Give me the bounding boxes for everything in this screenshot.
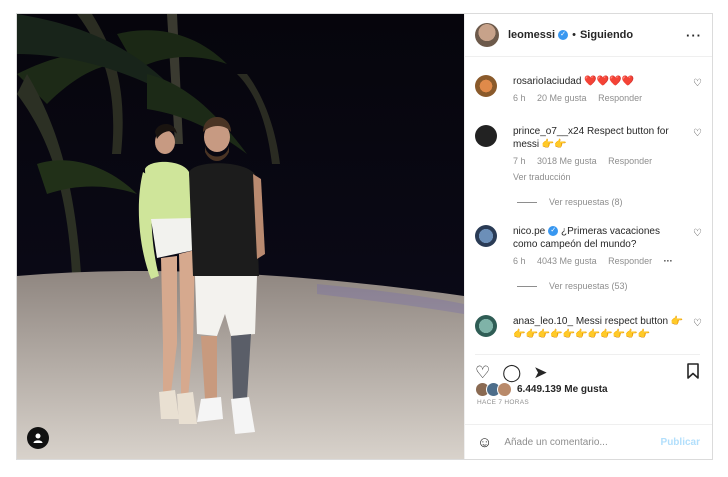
post-side-panel: leomessi ✓ • Siguiendo ··· rosarioIaciud… [464, 14, 712, 459]
comment-likes[interactable]: 4043 Me gusta [537, 256, 597, 266]
commenter-avatar[interactable] [475, 315, 497, 337]
comment-likes[interactable]: 20 Me gusta [537, 93, 587, 103]
comment-input[interactable]: Añade un comentario... [504, 437, 607, 448]
publish-button[interactable]: Publicar [661, 437, 700, 448]
liker-avatar [497, 382, 512, 397]
verified-badge-icon: ✓ [558, 30, 569, 40]
verified-badge-icon: ✓ [548, 226, 559, 237]
emoji-icon[interactable]: ☺ [477, 434, 492, 451]
post-header: leomessi ✓ • Siguiendo ··· [465, 14, 712, 57]
comments-list[interactable]: rosarioIaciudad ❤️❤️❤️❤️ 6 h 20 Me gusta… [465, 69, 712, 349]
likes-count: 6.449.139 Me gusta [517, 384, 608, 395]
like-comment-heart-icon[interactable]: ♡ [693, 318, 702, 329]
like-comment-heart-icon[interactable]: ♡ [693, 128, 702, 139]
commenter-avatar[interactable] [475, 125, 497, 147]
view-replies-button[interactable]: Ver respuestas (8) [517, 196, 684, 209]
comment-bubble-icon[interactable]: ◯ [502, 363, 521, 383]
author-avatar[interactable] [475, 23, 499, 47]
comment-item: nico.pe ✓ ¿Primeras vacaciones como campe… [475, 225, 702, 293]
tagged-users-button[interactable] [27, 427, 49, 449]
post-photo[interactable] [17, 14, 464, 459]
author-username[interactable]: leomessi [508, 29, 555, 41]
comment-item: prince_o7__x24 Respect button for messi … [475, 125, 702, 209]
like-comment-heart-icon[interactable]: ♡ [693, 228, 702, 239]
person-icon [33, 433, 43, 443]
likes-summary[interactable]: 6.449.139 Me gusta [475, 382, 608, 397]
comment-text: ❤️❤️❤️❤️ [584, 76, 634, 87]
comment-username[interactable]: rosarioIaciudad [513, 76, 581, 87]
separator-dot: • [572, 29, 576, 41]
more-options-icon[interactable]: ··· [686, 28, 702, 43]
comment-likes[interactable]: 3018 Me gusta [537, 156, 597, 166]
comment-item: rosarioIaciudad ❤️❤️❤️❤️ 6 h 20 Me gusta… [475, 75, 702, 105]
commenter-avatar[interactable] [475, 225, 497, 247]
comment-username[interactable]: prince_o7__x24 [513, 126, 584, 137]
reply-button[interactable]: Responder [598, 93, 642, 103]
beach-night-photo [17, 14, 464, 459]
comment-time: 7 h [513, 156, 526, 166]
follow-status-button[interactable]: Siguiendo [580, 29, 633, 41]
post-actions-bar: ♡ ◯ ➤ [475, 354, 700, 385]
instagram-post: leomessi ✓ • Siguiendo ··· rosarioIaciud… [16, 13, 713, 460]
comment-item: anas_leo.10_ Messi respect button 👉👉👉👉👉👉… [475, 315, 702, 341]
like-heart-icon[interactable]: ♡ [475, 363, 490, 383]
comment-username[interactable]: nico.pe [513, 226, 545, 237]
save-bookmark-icon[interactable] [686, 362, 700, 384]
comment-username[interactable]: anas_leo.10_ [513, 316, 573, 327]
post-time-ago[interactable]: HACE 7 HORAS [477, 399, 529, 406]
comment-time: 6 h [513, 93, 526, 103]
see-translation-link[interactable]: Ver traducción [513, 171, 684, 184]
comment-time: 6 h [513, 256, 526, 266]
like-comment-heart-icon[interactable]: ♡ [693, 78, 702, 89]
add-comment-bar: ☺ Añade un comentario... Publicar [465, 424, 712, 459]
reply-button[interactable]: Responder [608, 156, 652, 166]
view-replies-button[interactable]: Ver respuestas (53) [517, 280, 684, 293]
commenter-avatar[interactable] [475, 75, 497, 97]
comment-more-icon[interactable]: ··· [664, 256, 673, 266]
share-send-icon[interactable]: ➤ [533, 363, 547, 383]
reply-button[interactable]: Responder [608, 256, 652, 266]
